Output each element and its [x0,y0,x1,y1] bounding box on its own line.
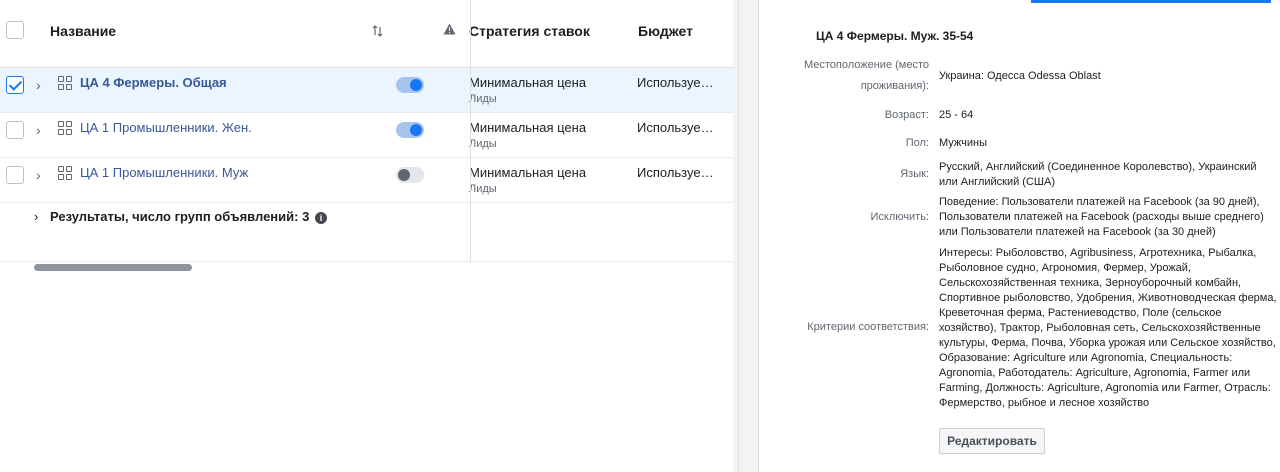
location-label: Местоположение (место проживания): [804,55,929,97]
chevron-right-icon[interactable]: › [34,209,38,224]
table-row[interactable]: › ЦА 4 Фермеры. Общая Минимальная цена Л… [0,68,733,113]
results-summary: Результаты, число групп объявлений: 3 i [50,209,327,224]
select-all-checkbox[interactable] [6,21,24,39]
table-row[interactable]: › ЦА 1 Промышленники. Жен. Минимальная ц… [0,113,733,158]
bid-strategy-sub: Лиды [469,183,497,195]
language-label: Язык: [900,168,929,180]
bid-strategy: Минимальная цена [469,165,587,180]
tab-bar [774,0,1280,4]
chevron-right-icon[interactable]: › [36,167,41,183]
adset-name-link[interactable]: ЦА 1 Промышленники. Жен. [80,120,252,135]
gender-value: Мужчины [939,137,988,149]
adset-toggle[interactable] [396,77,424,93]
bid-strategy-sub: Лиды [469,138,497,150]
adset-toggle[interactable] [396,167,424,183]
adset-name-link[interactable]: ЦА 1 Промышленники. Муж [80,165,248,180]
column-header-budget[interactable]: Бюджет [638,23,693,39]
horizontal-scrollbar[interactable] [34,264,192,271]
exclude-value: Поведение: Пользователи платежей на Face… [939,196,1264,238]
grid-icon [58,166,73,181]
table-row[interactable]: › ЦА 1 Промышленники. Муж Минимальная це… [0,158,733,203]
panel-gutter [733,0,758,472]
active-tab-indicator [1031,0,1271,3]
bid-strategy: Минимальная цена [469,75,587,90]
audience-panel: ЦА 4 Фермеры. Муж. 35-54 Местоположение … [758,0,1280,472]
column-header-name[interactable]: Название [50,23,116,39]
row-checkbox[interactable] [6,76,24,94]
results-summary-row[interactable]: › Результаты, число групп объявлений: 3 … [0,204,733,262]
gender-label: Пол: [905,137,929,149]
results-summary-text: Результаты, число групп объявлений: 3 [50,209,310,224]
grid-icon [58,121,73,136]
row-checkbox[interactable] [6,166,24,184]
budget-cell: Используе… [637,120,714,135]
language-value: Русский, Английский (Соединенное Королев… [939,161,1257,188]
table-header: Название Стратегия ставок Бюджет [0,0,733,68]
bid-strategy-sub: Лиды [469,93,497,105]
budget-cell: Используе… [637,165,714,180]
column-divider [470,0,471,262]
column-header-strategy[interactable]: Стратегия ставок [469,23,590,39]
criteria-label: Критерии соответствия: [807,321,929,333]
budget-cell: Используе… [637,75,714,90]
adsets-table: Название Стратегия ставок Бюджет › ЦА 4 … [0,0,733,472]
edit-button[interactable]: Редактировать [939,428,1045,454]
warning-icon[interactable] [443,23,456,35]
age-value: 25 - 64 [939,109,974,121]
grid-icon [58,76,73,91]
location-label-line2: проживания): [860,80,929,92]
bid-strategy: Минимальная цена [469,120,587,135]
chevron-right-icon[interactable]: › [36,77,41,93]
row-checkbox[interactable] [6,121,24,139]
criteria-value: Интересы: Рыболовство, Agribusiness, Агр… [939,247,1277,409]
adset-name-link[interactable]: ЦА 4 Фермеры. Общая [80,75,227,90]
sort-arrows-icon[interactable] [372,25,384,37]
adset-toggle[interactable] [396,122,424,138]
exclude-label: Исключить: [870,211,929,223]
chevron-right-icon[interactable]: › [36,122,41,138]
info-icon[interactable]: i [314,212,327,224]
location-value: Украина: Одесса Odessa Oblast [939,70,1101,82]
location-label-line1: Местоположение (место [803,59,929,71]
age-label: Возраст: [884,109,929,121]
audience-title: ЦА 4 Фермеры. Муж. 35-54 [816,29,974,43]
